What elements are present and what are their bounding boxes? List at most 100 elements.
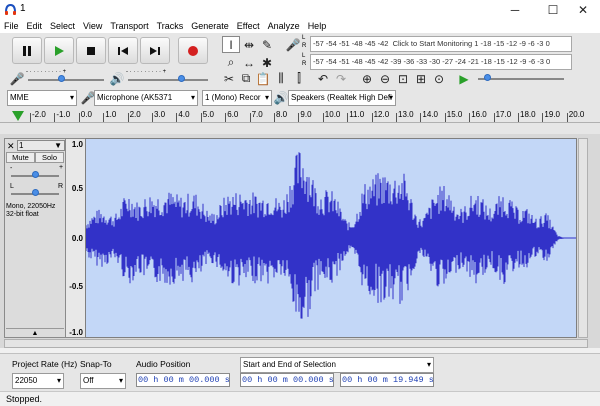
playback-meter[interactable]: -57 -54 -51 -48 -45 -42 -39 -36 -33 -30 … <box>310 54 572 70</box>
audio-waveform <box>85 152 576 319</box>
silence-icon[interactable]: ⫿ <box>290 70 308 87</box>
time-shift-tool-icon[interactable]: ↔ <box>240 54 258 71</box>
undo-icon[interactable]: ↶ <box>314 70 332 87</box>
recording-device-select[interactable]: Microphone (AK5371 <box>94 90 198 106</box>
record-meter[interactable]: -57 -54 -51 -48 -45 -42 Click to Start M… <box>310 36 572 52</box>
zoom-toggle-icon[interactable]: ⊙ <box>430 70 448 87</box>
menu-select[interactable]: Select <box>46 19 79 33</box>
minimize-icon[interactable]: ─ <box>498 0 532 19</box>
track-close-icon[interactable]: ✕ <box>7 141 15 152</box>
microphone-icon[interactable]: 🎤 <box>284 36 302 53</box>
project-rate-select[interactable]: 22050 <box>12 373 64 389</box>
track-name-menu[interactable]: 1 ▼ <box>17 140 65 151</box>
gain-knob[interactable] <box>32 171 39 178</box>
pan-knob[interactable] <box>32 189 39 196</box>
playback-volume-slider[interactable] <box>128 79 208 81</box>
gain-plus-label: + <box>59 164 64 171</box>
selection-mode-select[interactable]: Start and End of Selection <box>240 357 434 373</box>
ruler-tick-label: 10.0 <box>324 110 341 119</box>
menu-transport[interactable]: Transport <box>106 19 152 33</box>
mute-button[interactable]: Mute <box>6 152 35 163</box>
ruler-tick-label: 20.0 <box>568 110 585 119</box>
stop-icon <box>87 46 95 55</box>
audio-position-field[interactable]: 00 h 00 m 00.000 s <box>136 373 230 387</box>
menu-edit[interactable]: Edit <box>23 19 47 33</box>
waveform-display[interactable] <box>85 138 577 338</box>
copy-icon[interactable]: ⧉ <box>237 70 255 87</box>
play-button[interactable] <box>44 37 74 64</box>
trim-icon[interactable]: ⫼ <box>272 70 290 87</box>
audio-host-select[interactable]: MME <box>7 90 77 106</box>
solo-button[interactable]: Solo <box>35 152 64 163</box>
ruler-tick-mark <box>542 113 544 122</box>
ruler-tick-mark <box>420 113 422 122</box>
play-at-speed-icon[interactable]: ▶ <box>455 70 473 87</box>
maximize-icon[interactable]: ☐ <box>536 0 570 19</box>
title-bar: 1 ─ ☐ ✕ <box>0 0 600 19</box>
timeline-ruler[interactable]: -2.0 -1.0 0.0 1.0 2.0 3.0 4.0 5.0 6.0 7.0 8.0 9.0 10… <box>0 109 600 123</box>
pinned-play-head-icon[interactable] <box>12 111 24 121</box>
horizontal-scrollbar[interactable] <box>4 339 588 348</box>
vertical-ruler[interactable]: 1.0 0.5 0.0 -0.5 -1.0 <box>66 138 85 338</box>
waveform-samples <box>85 152 576 319</box>
pan-right-label: R <box>58 183 64 190</box>
menu-analyze[interactable]: Analyze <box>264 19 304 33</box>
skip-start-icon <box>118 46 128 55</box>
stop-button[interactable] <box>76 37 106 64</box>
ruler-tick-label: 15.0 <box>446 110 463 119</box>
recording-volume-slider[interactable] <box>28 79 104 81</box>
ruler-tick-mark <box>444 113 446 122</box>
draw-tool-icon[interactable]: ✎ <box>258 36 276 53</box>
zoom-in-icon[interactable]: ⊕ <box>358 70 376 87</box>
paste-icon[interactable]: 📋 <box>254 70 272 87</box>
ruler-tick-mark <box>322 113 324 122</box>
start-monitoring-text[interactable]: Click to Start Monitoring <box>393 39 473 48</box>
playback-volume-knob[interactable] <box>178 75 185 82</box>
menu-effect[interactable]: Effect <box>233 19 264 33</box>
skip-to-end-button[interactable] <box>140 37 170 64</box>
gain-minus-label: - <box>10 165 13 172</box>
collapse-track-button[interactable]: ▲ <box>6 328 64 337</box>
skip-to-start-button[interactable] <box>108 37 138 64</box>
recording-channels-select[interactable]: 1 (Mono) Recor <box>202 90 272 106</box>
vertical-scrollbar[interactable] <box>578 138 588 338</box>
pause-button[interactable] <box>12 37 42 64</box>
ruler-tick-mark <box>493 113 495 122</box>
y-label-0: 0.0 <box>71 234 83 243</box>
fit-selection-icon[interactable]: ⊡ <box>394 70 412 87</box>
play-speed-knob[interactable] <box>484 74 491 81</box>
ruler-tick-label: 4.0 <box>178 110 190 119</box>
zoom-out-icon[interactable]: ⊖ <box>376 70 394 87</box>
cut-icon[interactable]: ✂ <box>220 70 238 87</box>
recording-volume-knob[interactable] <box>58 75 65 82</box>
play-meter-l: L <box>302 53 306 59</box>
snap-to-label: Snap-To <box>80 359 112 369</box>
ruler-tick-mark <box>274 113 275 122</box>
ruler-tick-label: 13.0 <box>398 110 414 119</box>
fit-project-icon[interactable]: ⊞ <box>412 70 430 87</box>
menu-view[interactable]: View <box>79 19 106 33</box>
multi-tool-icon[interactable]: ✱ <box>258 54 276 71</box>
selection-start-field[interactable]: 00 h 00 m 00.000 s <box>240 373 334 387</box>
envelope-tool-icon[interactable]: ⇹ <box>240 36 258 53</box>
record-button[interactable] <box>178 37 208 64</box>
selection-end-field[interactable]: 00 h 00 m 19.949 s <box>340 373 434 387</box>
ruler-tick-label: 16.0 <box>471 110 487 119</box>
ruler-tick-label: 6.0 <box>227 110 239 119</box>
y-label-05: 0.5 <box>71 184 83 193</box>
menu-tracks[interactable]: Tracks <box>153 19 188 33</box>
zoom-tool-icon[interactable]: ⌕ <box>222 54 240 71</box>
menu-file[interactable]: File <box>0 19 23 33</box>
menu-generate[interactable]: Generate <box>187 19 233 33</box>
selection-tool-icon[interactable]: I <box>222 36 240 53</box>
play-vol-ticks: - · · · · · · · · · + <box>126 69 167 75</box>
project-rate-label: Project Rate (Hz) <box>12 359 78 369</box>
ruler-tick-label: 1.0 <box>105 110 117 119</box>
ruler-tick-label: 7.0 <box>251 110 263 119</box>
redo-icon[interactable]: ↷ <box>332 70 350 87</box>
close-icon[interactable]: ✕ <box>566 0 600 19</box>
ruler-tick-label: 17.0 <box>495 110 512 119</box>
menu-help[interactable]: Help <box>304 19 331 33</box>
snap-to-select[interactable]: Off <box>80 373 126 389</box>
playback-device-select[interactable]: Speakers (Realtek High Defi <box>288 90 396 106</box>
